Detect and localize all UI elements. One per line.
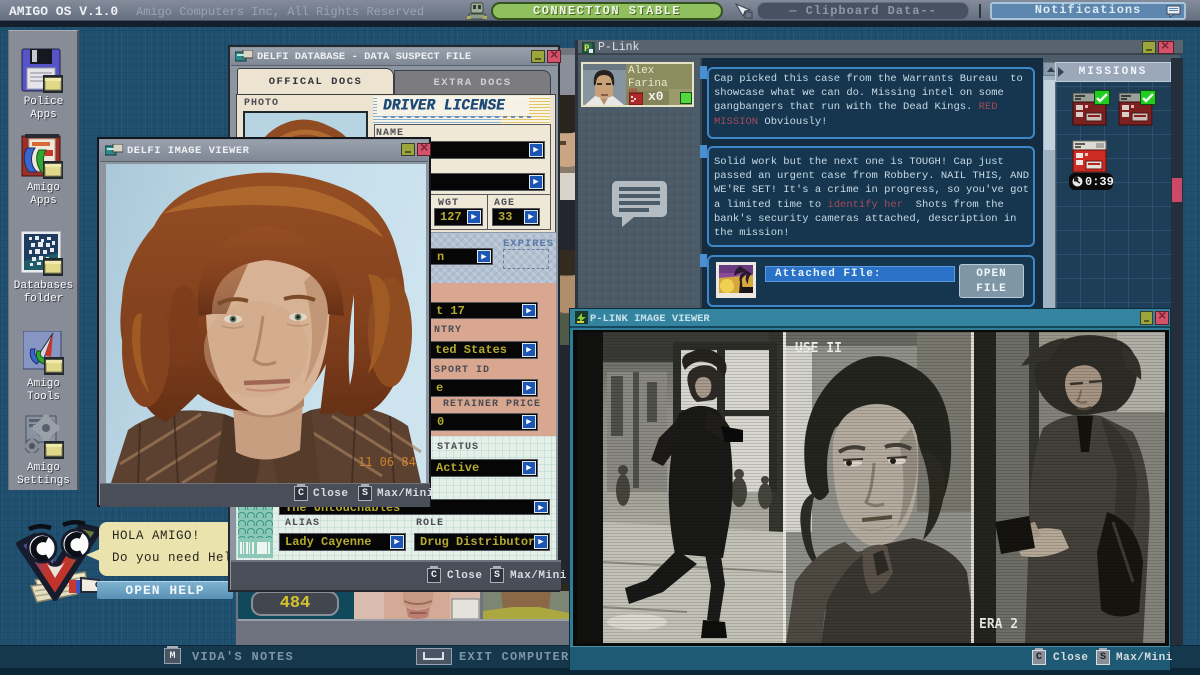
svg-text:11 06 84: 11 06 84 bbox=[358, 455, 416, 469]
